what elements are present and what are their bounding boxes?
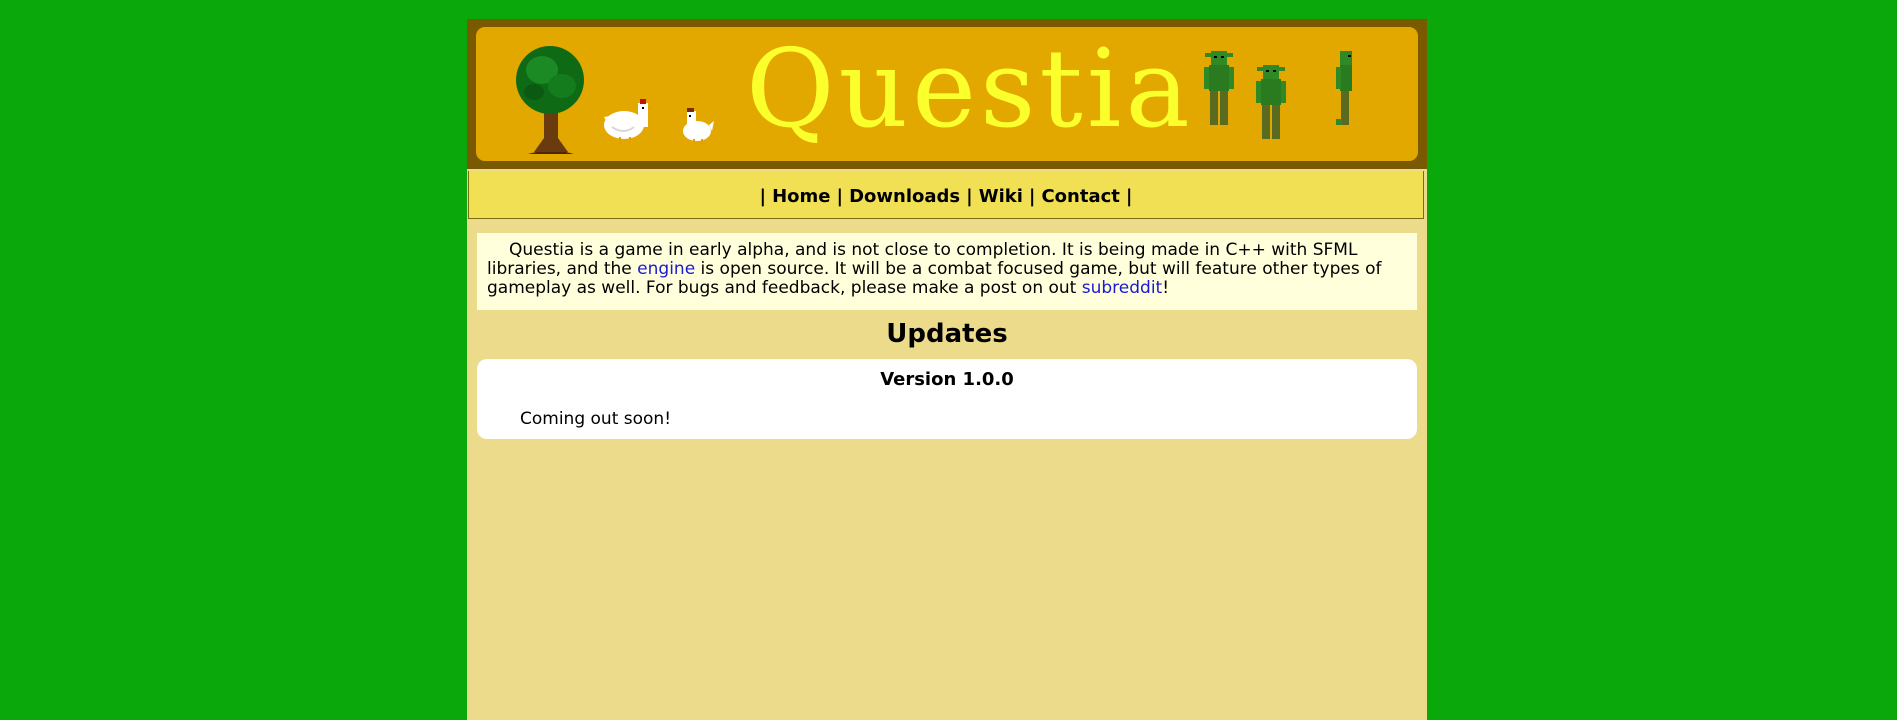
tree-icon [516,46,584,154]
nav-contact[interactable]: Contact [1041,186,1119,207]
intro-part: ! [1162,278,1170,298]
header-banner: Questia [467,19,1427,169]
engine-link[interactable]: engine [637,259,695,279]
site-logo[interactable]: Questia [746,35,1194,145]
update-card: Version 1.0.0 Coming out soon! [477,359,1417,439]
nav-separator: | [1028,186,1036,207]
update-version-title: Version 1.0.0 [880,369,1014,390]
goblin-icon [1204,51,1234,125]
nav-home[interactable]: Home [772,186,830,207]
small-chicken-icon [683,108,714,146]
goblin-icon [1336,51,1352,125]
nav-separator: | [1125,186,1133,207]
nav-separator: | [966,186,973,207]
main-nav: | Home | Downloads | Wiki | Contact | [468,171,1424,219]
updates-heading: Updates [886,319,1008,349]
nav-wiki[interactable]: Wiki [979,186,1023,207]
nav-separator: | [759,186,767,207]
page-container: Questia | Home | Downloads | Wiki | Cont… [467,19,1427,720]
subreddit-link[interactable]: subreddit [1082,278,1162,298]
goblin-icon [1256,65,1286,139]
chicken-icon [604,99,652,145]
update-body-text: Coming out soon! [520,409,672,429]
banner-panel: Questia [476,27,1418,161]
intro-text: Questia is a game in early alpha, and is… [477,233,1417,310]
nav-downloads[interactable]: Downloads [849,186,960,207]
nav-separator: | [836,186,844,207]
